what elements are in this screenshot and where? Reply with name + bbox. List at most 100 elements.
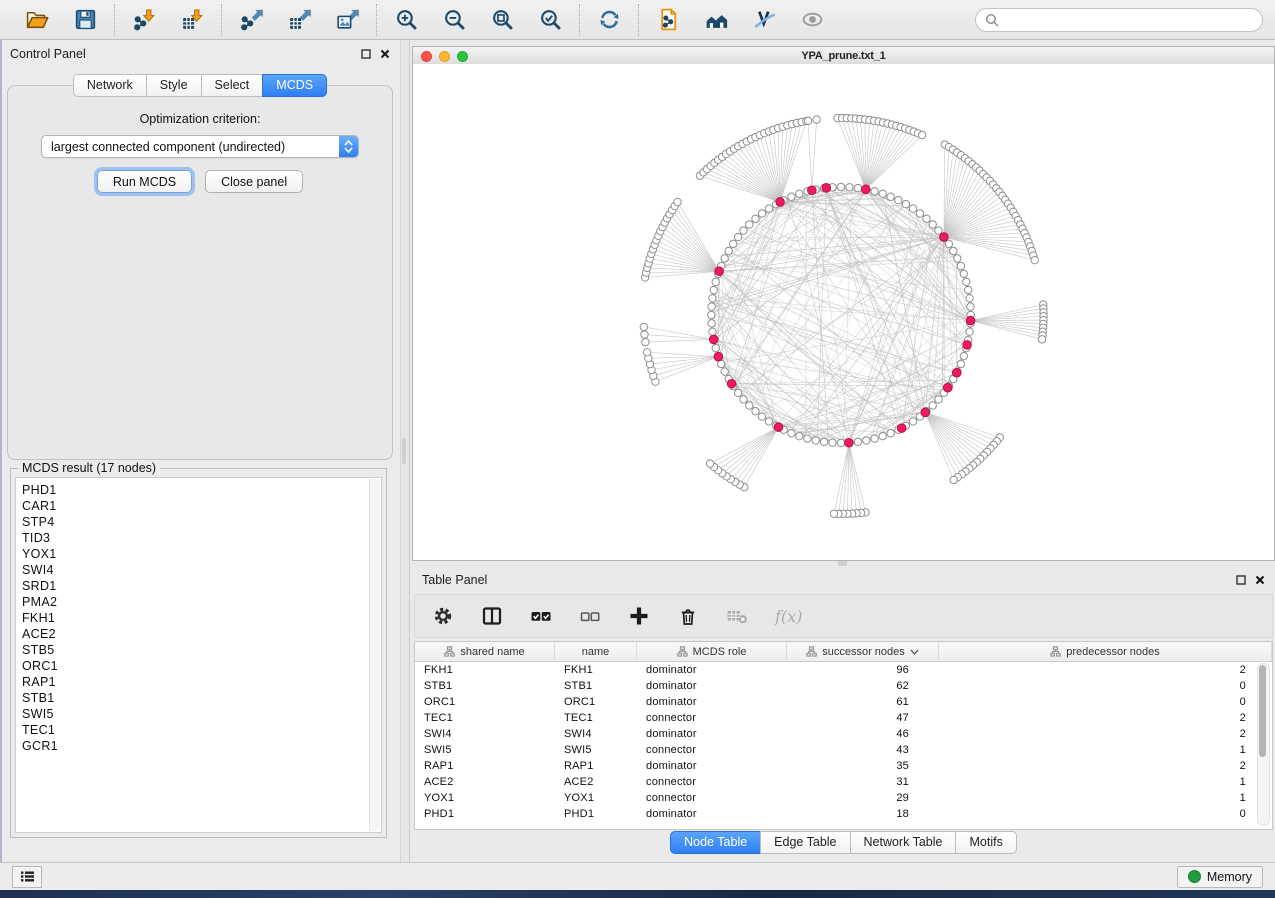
- graph-node[interactable]: [902, 200, 909, 207]
- graph-node[interactable]: [709, 295, 716, 302]
- graph-mcds-node[interactable]: [963, 341, 972, 350]
- tab-select[interactable]: Select: [201, 74, 264, 97]
- maximize-window-icon[interactable]: [457, 51, 468, 62]
- mcds-result-item[interactable]: YOX1: [22, 546, 381, 562]
- mcds-result-item[interactable]: SWI4: [22, 562, 381, 578]
- mcds-result-item[interactable]: STB5: [22, 642, 381, 658]
- graph-node[interactable]: [854, 184, 861, 191]
- graph-node[interactable]: [740, 227, 747, 234]
- mcds-result-list[interactable]: PHD1CAR1STP4TID3YOX1SWI4SRD1PMA2FKH1ACE2…: [15, 477, 382, 833]
- graph-node[interactable]: [887, 193, 894, 200]
- graph-node[interactable]: [846, 184, 853, 191]
- deselect-all-button[interactable]: [579, 605, 601, 627]
- open-session-button[interactable]: [23, 6, 51, 34]
- graph-node[interactable]: [725, 247, 732, 254]
- export-image-button[interactable]: [333, 6, 361, 34]
- column-header-name[interactable]: name: [555, 642, 637, 661]
- panel-splitter[interactable]: [400, 40, 410, 862]
- graph-mcds-node[interactable]: [714, 352, 723, 361]
- graph-node[interactable]: [674, 198, 681, 205]
- graph-node[interactable]: [879, 433, 886, 440]
- graph-node[interactable]: [1031, 256, 1038, 263]
- graph-node[interactable]: [721, 255, 728, 262]
- welcome-screen-button[interactable]: [702, 6, 730, 34]
- close-table-panel-button[interactable]: [1255, 575, 1265, 585]
- settings-button[interactable]: [432, 605, 454, 627]
- table-scrollbar-thumb[interactable]: [1259, 665, 1266, 757]
- graph-node[interactable]: [945, 240, 952, 247]
- graph-node[interactable]: [804, 435, 811, 442]
- criterion-dropdown[interactable]: largest connected component (undirected): [41, 135, 359, 158]
- graph-mcds-node[interactable]: [943, 383, 952, 392]
- mcds-result-item[interactable]: ACE2: [22, 626, 381, 642]
- zoom-selected-button[interactable]: [536, 6, 564, 34]
- graph-node[interactable]: [813, 116, 820, 123]
- graph-node[interactable]: [929, 402, 936, 409]
- graph-node[interactable]: [967, 303, 974, 310]
- mcds-result-item[interactable]: ORC1: [22, 658, 381, 674]
- memory-button[interactable]: Memory: [1177, 866, 1263, 888]
- graph-node[interactable]: [957, 360, 964, 367]
- graph-node[interactable]: [708, 311, 715, 318]
- graph-node[interactable]: [788, 430, 795, 437]
- result-scrollbar[interactable]: [369, 479, 380, 831]
- minimize-window-icon[interactable]: [439, 51, 450, 62]
- graph-node[interactable]: [960, 270, 967, 277]
- graph-node[interactable]: [923, 215, 930, 222]
- column-header-successor-nodes[interactable]: successor nodes: [787, 642, 939, 661]
- table-row[interactable]: SWI4SWI4dominator462: [415, 726, 1272, 742]
- table-row[interactable]: SWI5SWI5connector431: [415, 742, 1272, 758]
- graph-node[interactable]: [871, 435, 878, 442]
- graph-node[interactable]: [758, 210, 765, 217]
- column-header-shared-name[interactable]: shared name: [415, 642, 555, 661]
- graph-node[interactable]: [642, 338, 649, 345]
- graph-node[interactable]: [918, 131, 925, 138]
- tab-node-table[interactable]: Node Table: [670, 831, 761, 854]
- graph-node[interactable]: [963, 278, 970, 285]
- graph-node[interactable]: [708, 303, 715, 310]
- mcds-result-item[interactable]: TID3: [22, 530, 381, 546]
- graph-mcds-node[interactable]: [727, 379, 736, 388]
- graph-node[interactable]: [895, 197, 902, 204]
- graph-node[interactable]: [765, 205, 772, 212]
- tab-style[interactable]: Style: [146, 74, 202, 97]
- tab-edge-table[interactable]: Edge Table: [760, 831, 850, 854]
- graph-node[interactable]: [641, 331, 648, 338]
- table-row[interactable]: ACE2ACE2connector311: [415, 774, 1272, 790]
- select-all-button[interactable]: [530, 605, 552, 627]
- graph-mcds-node[interactable]: [952, 368, 961, 377]
- graph-node[interactable]: [788, 193, 795, 200]
- table-row[interactable]: RAP1RAP1dominator352: [415, 758, 1272, 774]
- graph-node[interactable]: [710, 286, 717, 293]
- graph-node[interactable]: [820, 438, 827, 445]
- delete-row-button[interactable]: [677, 605, 699, 627]
- export-table-button[interactable]: [285, 6, 313, 34]
- search-input[interactable]: [1005, 12, 1253, 28]
- graph-node[interactable]: [950, 247, 957, 254]
- mcds-result-item[interactable]: CAR1: [22, 498, 381, 514]
- mcds-result-item[interactable]: STB1: [22, 690, 381, 706]
- graph-mcds-node[interactable]: [897, 424, 906, 433]
- graph-mcds-node[interactable]: [921, 408, 930, 417]
- graph-node[interactable]: [712, 344, 719, 351]
- tab-network-table[interactable]: Network Table: [850, 831, 957, 854]
- graph-node[interactable]: [863, 437, 870, 444]
- save-session-button[interactable]: [71, 6, 99, 34]
- column-header-predecessor-nodes[interactable]: predecessor nodes: [939, 642, 1272, 661]
- zoom-out-button[interactable]: [440, 6, 468, 34]
- graph-node[interactable]: [746, 221, 753, 228]
- graph-node[interactable]: [1038, 336, 1045, 343]
- graph-mcds-node[interactable]: [966, 316, 975, 325]
- graph-node[interactable]: [957, 262, 964, 269]
- task-history-button[interactable]: [12, 866, 42, 888]
- graph-node[interactable]: [758, 413, 765, 420]
- graph-node[interactable]: [752, 215, 759, 222]
- graph-node[interactable]: [765, 418, 772, 425]
- graph-mcds-node[interactable]: [776, 198, 785, 207]
- columns-button[interactable]: [481, 605, 503, 627]
- mcds-result-item[interactable]: SWI5: [22, 706, 381, 722]
- graph-node[interactable]: [854, 438, 861, 445]
- graph-node[interactable]: [965, 286, 972, 293]
- graph-node[interactable]: [796, 433, 803, 440]
- import-table-button[interactable]: [178, 6, 206, 34]
